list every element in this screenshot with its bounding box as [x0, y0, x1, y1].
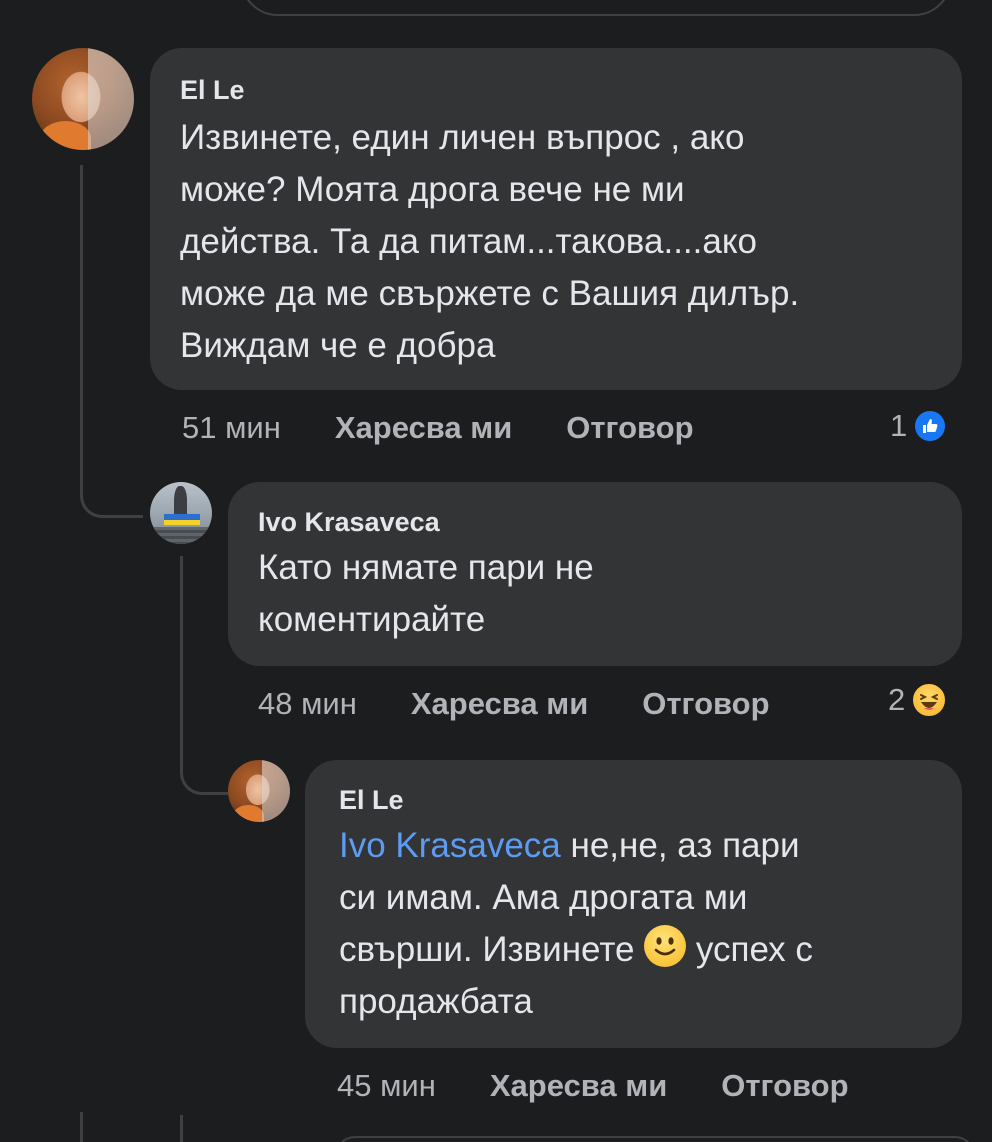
comment-text: Като нямате пари не коментирайте [258, 542, 932, 646]
reaction-summary[interactable]: 1 [890, 408, 948, 444]
like-button[interactable]: Харесва ми [490, 1068, 667, 1104]
comment-line: коментирайте [258, 600, 486, 639]
slightly-smiling-face-icon [644, 925, 687, 967]
like-button[interactable]: Харесва ми [335, 410, 512, 446]
thread-line-reply [180, 556, 183, 736]
comment-text-span: свърши. Извинете [339, 930, 645, 969]
reaction-count: 2 [888, 682, 906, 717]
comment-line: може да ме свържете с Вашия дилър. [180, 274, 800, 313]
comment-actions: 51 мин Харесва ми Отговор [182, 410, 694, 446]
reaction-summary[interactable]: 2 [888, 682, 948, 718]
comment-line: Като нямате пари не [258, 548, 594, 587]
comment-line: Извинете, един личен въпрос , ако [180, 118, 745, 157]
comment-text: Извинете, един личен въпрос , ако може? … [180, 112, 932, 372]
comment-line: Ivo Krasaveca не,не, аз пари [339, 820, 928, 872]
comment-text: Ivo Krasaveca не,не, аз пари си имам. Ам… [339, 820, 928, 1028]
avatar-ivo-krasaveca[interactable] [150, 482, 212, 544]
comment-time[interactable]: 51 мин [182, 410, 281, 446]
avatar-el-le[interactable] [32, 48, 134, 150]
comment-line: може? Моята дрога вече не ми [180, 170, 685, 209]
comment-bubble: Ivo Krasaveca Като нямате пари не комент… [228, 482, 962, 666]
comment-actions: 45 мин Харесва ми Отговор [337, 1068, 849, 1104]
comment-line: продажбата [339, 982, 533, 1021]
mention-link[interactable]: Ivo Krasaveca [339, 826, 561, 865]
thread-connector-2 [180, 730, 228, 795]
reaction-count: 1 [890, 408, 908, 443]
thread-line-main [80, 165, 83, 465]
previous-comment-bubble [240, 0, 952, 16]
comment-author[interactable]: El Le [180, 74, 932, 106]
reply-button[interactable]: Отговор [642, 686, 769, 722]
comment-line: свърши. Извинете успех с [339, 924, 928, 976]
comment-text-span: успех с [686, 930, 813, 969]
comment-time[interactable]: 45 мин [337, 1068, 436, 1104]
reply-button[interactable]: Отговор [721, 1068, 848, 1104]
comment-line: действа. Та да питам...такова....ако [180, 222, 758, 261]
like-button[interactable]: Харесва ми [411, 686, 588, 722]
comment-actions: 48 мин Харесва ми Отговор [258, 686, 770, 722]
comment-text-span: не,не, аз пари [560, 826, 800, 865]
reply-button[interactable]: Отговор [566, 410, 693, 446]
comment-author[interactable]: Ivo Krasaveca [258, 506, 932, 538]
comment-thread: El Le Извинете, един личен въпрос , ако … [0, 0, 992, 1142]
thread-line-tail [180, 1115, 183, 1142]
thread-connector-1 [80, 460, 143, 518]
comment-bubble: El Le Извинете, един личен въпрос , ако … [150, 48, 962, 390]
comment-author[interactable]: El Le [339, 784, 928, 816]
comment-bubble: El Le Ivo Krasaveca не,не, аз пари си им… [305, 760, 962, 1048]
like-icon [913, 409, 948, 443]
thread-line-bottom [80, 1112, 83, 1142]
comment-line: си имам. Ама дрогата ми [339, 878, 748, 917]
comment-time[interactable]: 48 мин [258, 686, 357, 722]
haha-icon [911, 682, 948, 718]
next-reply-bubble [335, 1136, 975, 1142]
comment-line: Виждам че е добра [180, 326, 496, 365]
avatar-el-le[interactable] [228, 760, 290, 822]
